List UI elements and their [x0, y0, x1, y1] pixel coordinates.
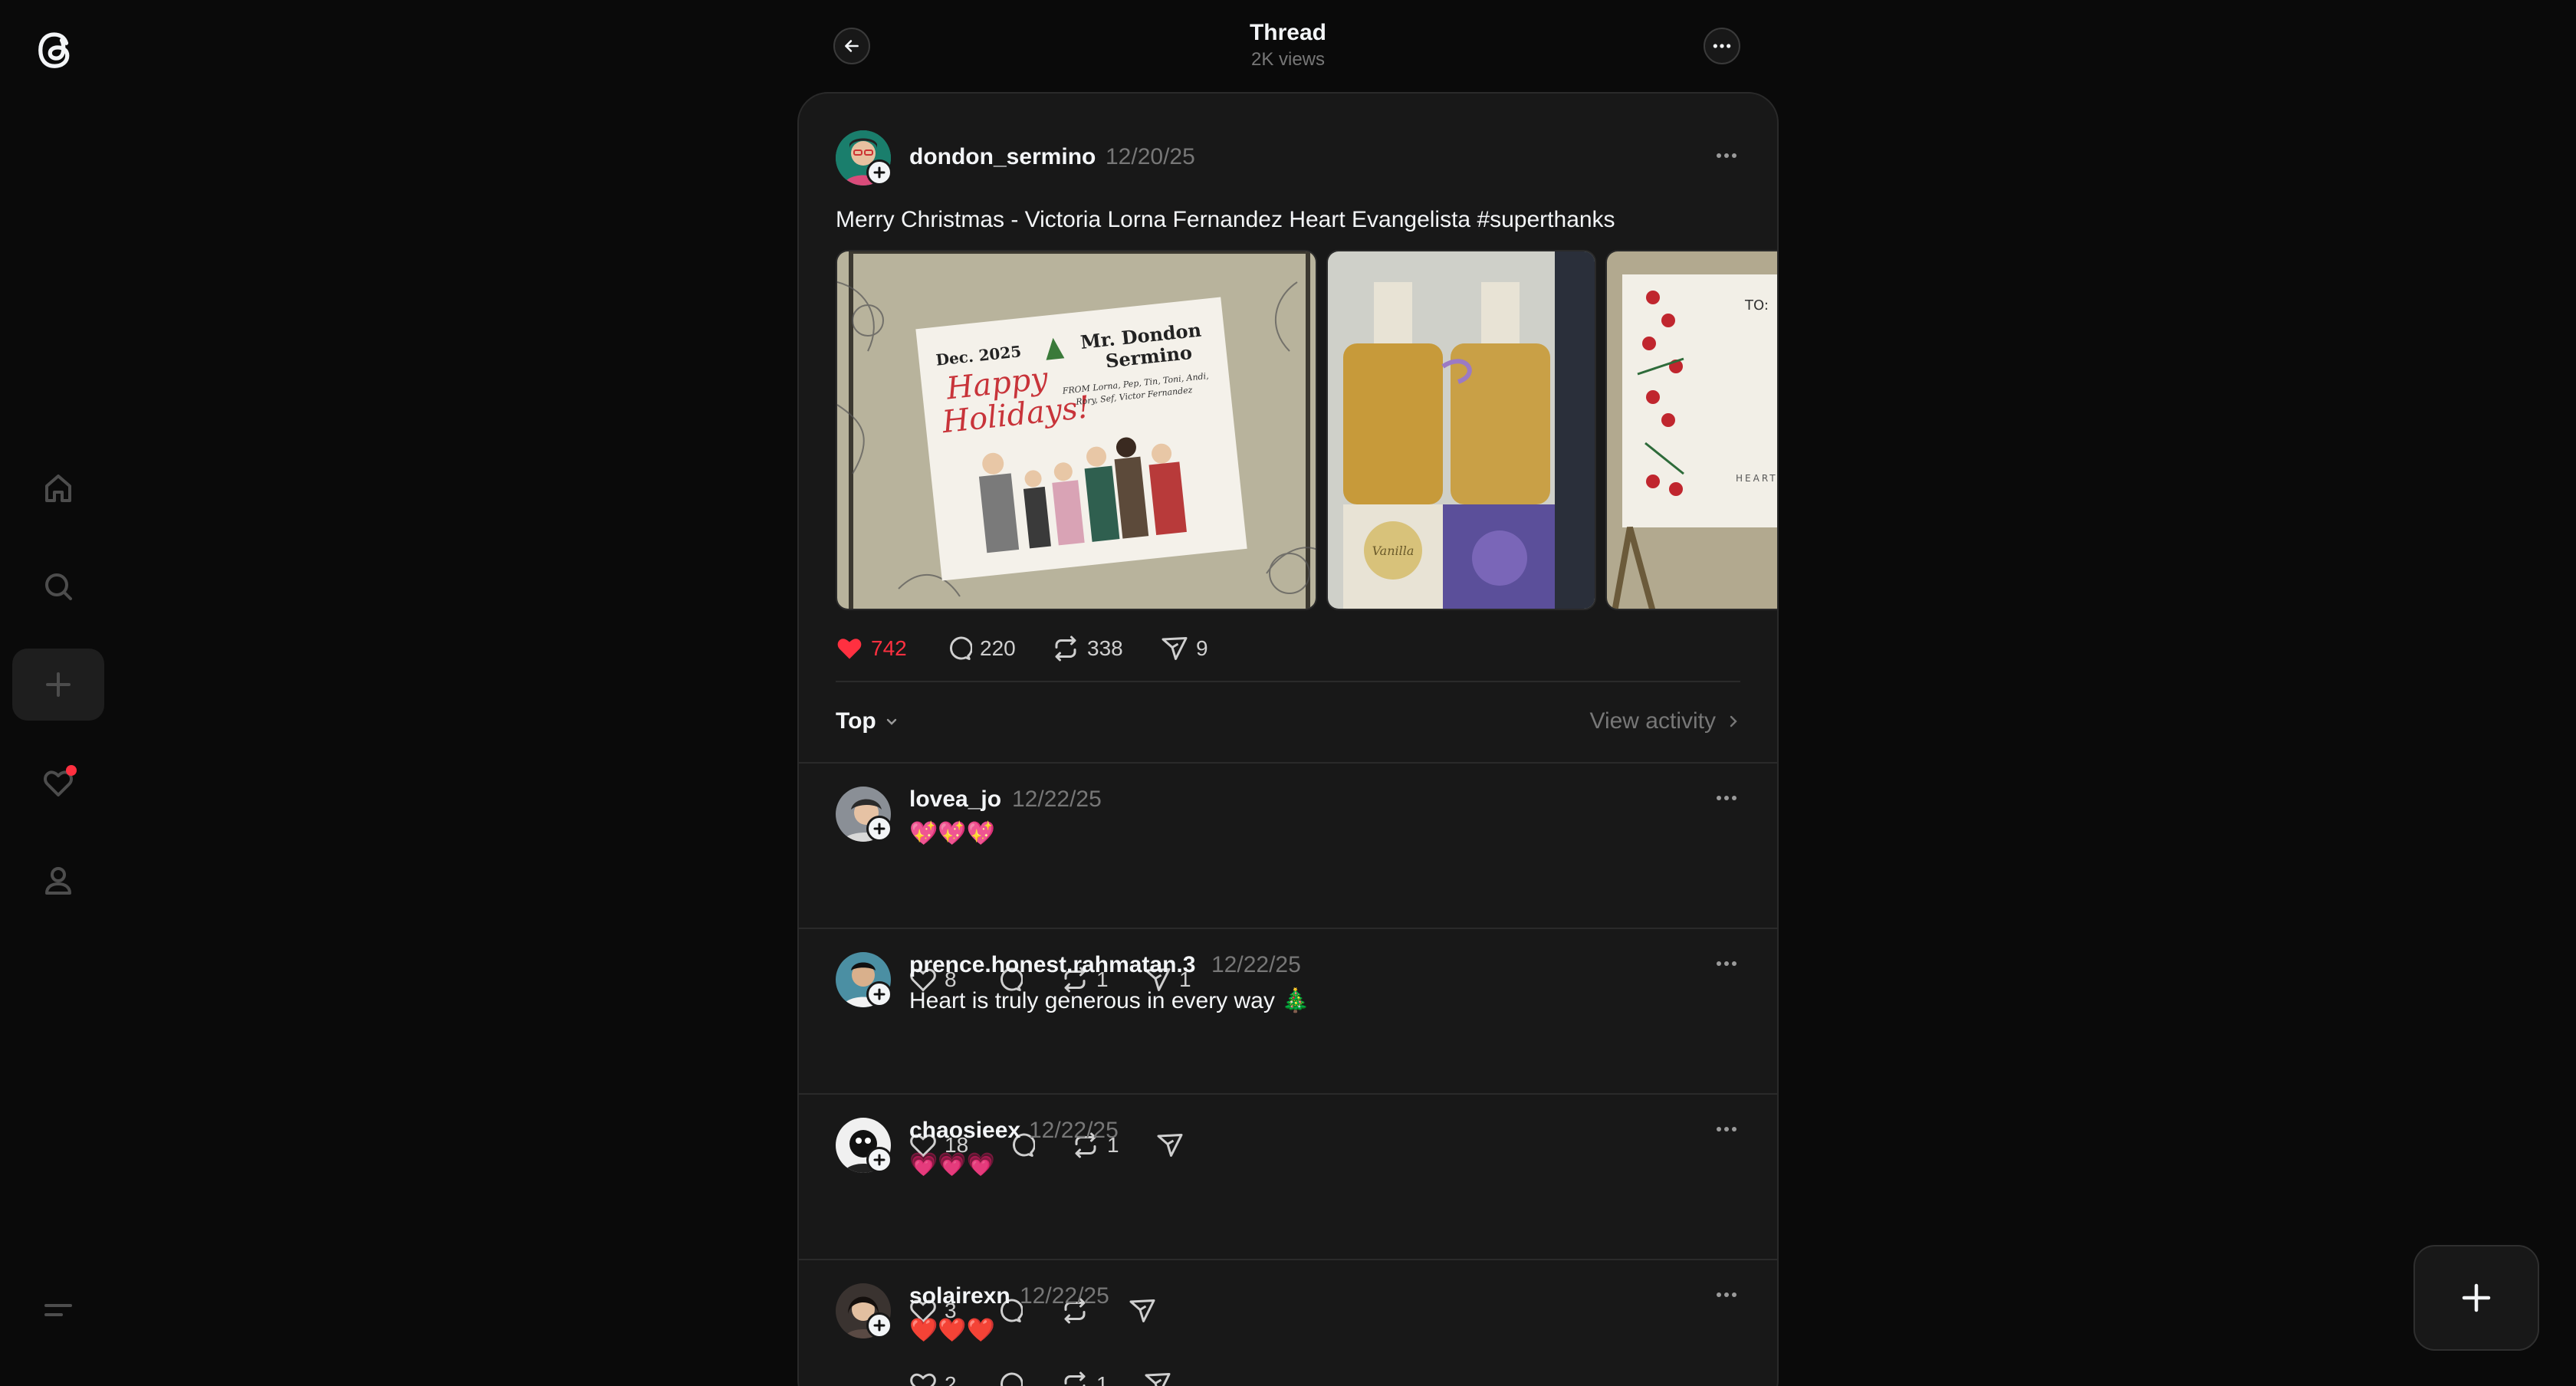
comment-icon	[1000, 1372, 1023, 1386]
post-date[interactable]: 12/20/25	[1106, 144, 1195, 170]
post-like-count: 742	[871, 636, 907, 660]
search-nav-icon[interactable]	[12, 550, 104, 622]
reply-repost-count: 1	[1096, 1372, 1109, 1386]
view-count: 2K views	[1250, 49, 1326, 70]
post-comment-button[interactable]: 220	[945, 635, 1016, 662]
card-3-signature: HEART E	[1736, 473, 1779, 484]
reply-username[interactable]: solairexn	[909, 1283, 1010, 1309]
post-username[interactable]: dondon_sermino	[909, 144, 1096, 170]
reply-text: Heart is truly generous in every way 🎄	[909, 988, 1310, 1013]
menu-icon[interactable]	[12, 1274, 104, 1346]
post-more-button[interactable]	[1710, 144, 1743, 167]
share-icon	[1162, 637, 1188, 660]
post-comment-count: 220	[980, 636, 1016, 660]
divider	[799, 762, 1777, 764]
reply-like-button[interactable]: 2	[909, 1371, 957, 1386]
comment-icon	[949, 636, 972, 660]
post-share-count: 9	[1196, 636, 1208, 660]
reply-comment-button[interactable]	[995, 1371, 1030, 1386]
heart-filled-icon	[837, 639, 862, 659]
home-nav-icon[interactable]	[12, 452, 104, 524]
share-icon	[1157, 1134, 1183, 1157]
more-icon	[1717, 796, 1737, 800]
more-icon	[1717, 1292, 1737, 1297]
post-share-button[interactable]: 9	[1161, 635, 1208, 662]
view-activity-link[interactable]: View activity	[1589, 708, 1740, 734]
reply-more-button[interactable]	[1710, 1118, 1743, 1141]
reply-date[interactable]: 12/22/25	[1211, 952, 1301, 978]
follow-plus-icon[interactable]	[866, 159, 892, 186]
thread-card: dondon_sermino 12/20/25 Merry Christmas …	[797, 92, 1779, 1386]
post-image-holiday-card[interactable]: Dec. 2025 Happy Holidays! Mr. Dondon Ser…	[836, 250, 1317, 610]
divider	[836, 681, 1740, 682]
reply-date[interactable]: 12/22/25	[1020, 1283, 1109, 1309]
activity-nav-icon[interactable]	[12, 747, 104, 819]
reply-share-button[interactable]	[1144, 1371, 1179, 1386]
share-icon	[1129, 1299, 1155, 1322]
divider	[799, 928, 1777, 929]
post-text: Merry Christmas - Victoria Lorna Fernand…	[836, 207, 1615, 232]
reply-username[interactable]: prence.honest.rahmatan.3	[909, 952, 1195, 978]
post-like-button[interactable]: 742	[836, 635, 907, 662]
reply-text: 💖💖💖	[909, 821, 996, 846]
create-post-button[interactable]	[2413, 1245, 2539, 1351]
reply-username[interactable]: chaosieex	[909, 1118, 1020, 1144]
post-image-perfume[interactable]: Vanilla	[1326, 250, 1596, 610]
post-repost-button[interactable]: 338	[1052, 635, 1123, 662]
follow-plus-icon[interactable]	[866, 1147, 892, 1173]
reply-repost-button[interactable]: 1	[1061, 1371, 1109, 1386]
sort-label: Top	[836, 708, 876, 734]
notification-dot	[66, 765, 77, 776]
more-icon	[1717, 153, 1737, 158]
repost-icon	[1064, 1371, 1086, 1386]
more-icon	[1717, 1127, 1737, 1131]
chevron-down-icon	[886, 718, 896, 725]
divider	[799, 1093, 1777, 1095]
view-activity-label: View activity	[1589, 708, 1716, 734]
back-arrow-icon	[845, 40, 859, 52]
repost-icon	[1055, 636, 1076, 662]
reply-more-button[interactable]	[1710, 952, 1743, 975]
more-icon	[1717, 961, 1737, 966]
divider	[799, 1259, 1777, 1260]
reply-more-button[interactable]	[1710, 787, 1743, 810]
reply-text: 💗💗💗	[909, 1152, 996, 1177]
perfume-label: Vanilla	[1372, 544, 1414, 558]
reply-share-button[interactable]	[1156, 1131, 1191, 1159]
heart-icon	[910, 1373, 936, 1386]
sort-dropdown[interactable]: Top	[836, 708, 899, 734]
follow-plus-icon[interactable]	[866, 1312, 892, 1338]
reply-date[interactable]: 12/22/25	[1012, 787, 1102, 813]
reply-share-button[interactable]	[1129, 1297, 1164, 1325]
reply-username[interactable]: lovea_jo	[909, 787, 1001, 813]
create-nav-icon[interactable]	[12, 649, 104, 721]
reply-date[interactable]: 12/22/25	[1029, 1118, 1119, 1144]
follow-plus-icon[interactable]	[866, 816, 892, 842]
thread-options-button[interactable]	[1704, 28, 1740, 64]
reply-more-button[interactable]	[1710, 1283, 1743, 1306]
plus-icon	[2462, 1283, 2491, 1312]
card-3-to: TO:	[1744, 297, 1769, 314]
side-navigation	[0, 0, 117, 1386]
more-icon	[1713, 44, 1731, 48]
post-repost-count: 338	[1087, 636, 1123, 660]
threads-logo-icon[interactable]	[28, 17, 86, 83]
page-title: Thread	[1249, 20, 1327, 45]
reply-text: ❤️❤️❤️	[909, 1318, 996, 1343]
post-image-card-3[interactable]: TO: HEART E	[1605, 250, 1779, 610]
profile-nav-icon[interactable]	[12, 845, 104, 917]
share-icon	[1145, 1373, 1171, 1386]
follow-plus-icon[interactable]	[866, 981, 892, 1007]
reply-like-count: 2	[945, 1372, 957, 1386]
chevron-right-icon	[1730, 715, 1737, 727]
back-button[interactable]	[833, 28, 870, 64]
